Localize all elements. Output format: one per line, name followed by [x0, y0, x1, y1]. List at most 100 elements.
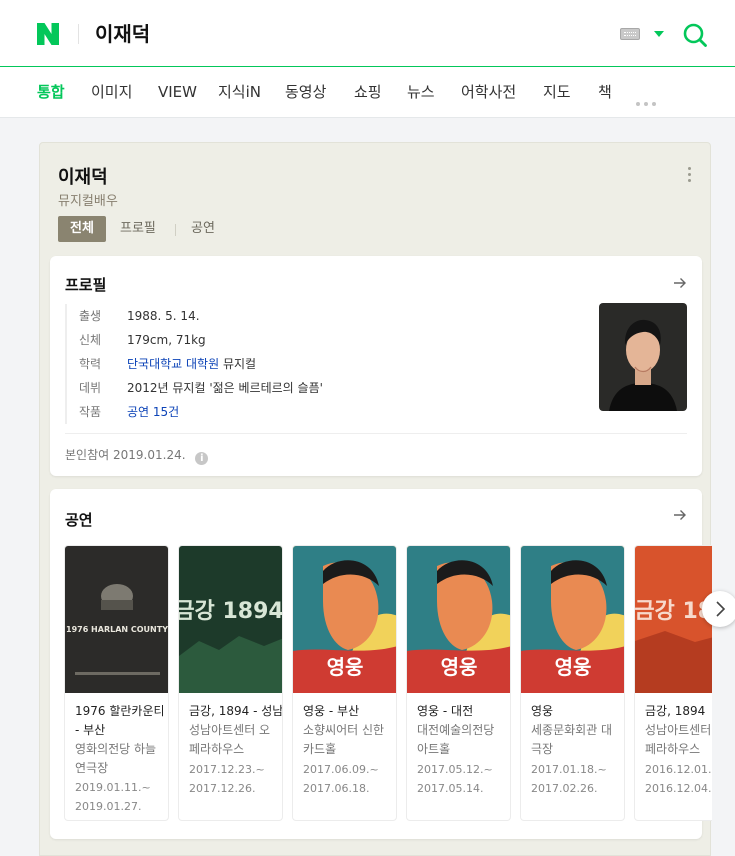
show-venue: 대전예술의전당 아트홀 [417, 723, 495, 756]
person-tab-all[interactable]: 전체 [58, 216, 106, 242]
profile-title[interactable]: 프로필 [65, 274, 106, 295]
show-start-date: 2019.01.11.~ [75, 781, 151, 794]
tab-separator [175, 224, 176, 236]
profile-rows: 출생 1988. 5. 14. 신체 179cm, 71kg 학력 단국대학교 대학원… [65, 304, 585, 424]
show-poster[interactable]: 영웅 [407, 546, 511, 693]
profile-value: 1988. 5. 14. [127, 309, 200, 323]
tab-images[interactable]: 이미지 [91, 81, 132, 103]
profile-row-debut: 데뷔 2012년 뮤지컬 '젊은 베르테르의 슬픔' [79, 376, 585, 400]
tab-news[interactable]: 뉴스 [407, 81, 435, 103]
profile-row-body: 신체 179cm, 71kg [79, 328, 585, 352]
profile-value: 2012년 뮤지컬 '젊은 베르테르의 슬픔' [127, 381, 323, 395]
show-title[interactable]: 금강, 1894 - 성남 [189, 702, 282, 721]
show-venue: 소향씨어터 신한카드홀 [303, 723, 385, 756]
show-poster[interactable]: 1976 HARLAN COUNTY [65, 546, 169, 693]
show-card[interactable]: 금강 1894 금강, 1894 - 성남 성남아트센터 오페라하우스 2017… [178, 545, 283, 821]
show-title[interactable]: 금강, 1894 [645, 702, 712, 721]
chevron-right-icon [716, 601, 726, 617]
keyboard-icon[interactable] [620, 28, 640, 40]
show-start-date: 2017.06.09.~ [303, 763, 379, 776]
tab-shopping[interactable]: 쇼핑 [354, 81, 382, 103]
profile-key: 출생 [79, 309, 102, 323]
naver-logo-icon[interactable] [36, 22, 60, 46]
show-start-date: 2017.12.23.~ [189, 763, 265, 776]
header-divider [78, 24, 79, 44]
tab-view[interactable]: VIEW [158, 81, 197, 103]
poster-title: 금강 1894 [635, 599, 712, 624]
show-card[interactable]: 1976 HARLAN COUNTY 1976 할란카운티 - 부산 영화의전당… [64, 545, 169, 821]
verified-note: 본인참여 2019.01.24. i [65, 446, 209, 465]
show-title[interactable]: 영웅 - 부산 [303, 702, 395, 721]
profile-section: 프로필 출생 1988. 5. 14. 신체 179cm, 71kg 학력 단국대학교… [50, 256, 702, 476]
show-card[interactable]: 영웅 영웅 - 부산 소향씨어터 신한카드홀 2017.06.09.~ 2017… [292, 545, 397, 821]
arrow-right-icon[interactable] [673, 277, 687, 289]
search-header: 이재덕 [0, 0, 735, 67]
show-venue: 성남아트센터 오페라하우스 [189, 723, 271, 756]
show-end-date: 2017.06.18. [303, 782, 370, 795]
works-link[interactable]: 공연 15건 [127, 405, 179, 419]
search-query[interactable]: 이재덕 [95, 20, 150, 48]
search-icon[interactable] [682, 22, 708, 48]
more-options-icon[interactable] [688, 167, 692, 183]
carousel-next-button[interactable] [702, 591, 735, 627]
profile-row-works: 작품 공연 15건 [79, 400, 585, 424]
show-poster[interactable]: 금강 1894 [635, 546, 712, 693]
profile-value: 179cm, 71kg [127, 333, 206, 347]
info-icon[interactable]: i [195, 452, 209, 465]
more-tabs-icon[interactable] [636, 91, 662, 106]
show-title[interactable]: 영웅 [531, 702, 623, 721]
verified-label: 본인참여 [65, 448, 110, 462]
poster-title: 영웅 [555, 655, 592, 679]
show-end-date: 2017.05.14. [417, 782, 484, 795]
show-end-date: 2019.01.27. [75, 800, 142, 813]
show-end-date: 2017.12.26. [189, 782, 256, 795]
show-start-date: 2017.05.12.~ [417, 763, 493, 776]
show-venue: 성남아트센터 오페라하우스 [645, 723, 712, 756]
show-card[interactable]: 영웅 영웅 세종문화회관 대극장 2017.01.18.~ 2017.02.26… [520, 545, 625, 821]
shows-carousel: 1976 HARLAN COUNTY 1976 할란카운티 - 부산 영화의전당… [64, 545, 712, 821]
show-card[interactable]: 영웅 영웅 - 대전 대전예술의전당 아트홀 2017.05.12.~ 2017… [406, 545, 511, 821]
profile-row-education: 학력 단국대학교 대학원 뮤지컬 [79, 352, 585, 376]
show-end-date: 2017.02.26. [531, 782, 598, 795]
show-title[interactable]: 1976 할란카운티 - 부산 [75, 702, 167, 740]
profile-key: 작품 [79, 405, 102, 419]
person-name: 이재덕 [58, 167, 108, 188]
shows-title[interactable]: 공연 [65, 509, 93, 530]
poster-title: 영웅 [327, 655, 364, 679]
person-tab-profile[interactable]: 프로필 [120, 221, 156, 237]
show-poster[interactable]: 영웅 [293, 546, 397, 693]
profile-row-birth: 출생 1988. 5. 14. [79, 304, 585, 328]
show-poster[interactable]: 영웅 [521, 546, 625, 693]
show-start-date: 2017.01.18.~ [531, 763, 607, 776]
profile-divider [65, 433, 687, 434]
show-title[interactable]: 영웅 - 대전 [417, 702, 509, 721]
tab-video[interactable]: 동영상 [285, 81, 326, 103]
profile-photo[interactable] [599, 303, 687, 411]
show-venue: 영화의전당 하늘연극장 [75, 742, 157, 775]
show-card[interactable]: 금강 1894 금강, 1894 성남아트센터 오페라하우스 2016.12.0… [634, 545, 712, 821]
profile-key: 신체 [79, 333, 102, 347]
education-link[interactable]: 단국대학교 대학원 [127, 357, 219, 371]
search-tabs: 통합 이미지 VIEW 지식iN 동영상 쇼핑 뉴스 어학사전 지도 책 [0, 67, 735, 118]
poster-title: 금강 1894 [179, 599, 283, 624]
arrow-right-icon[interactable] [673, 509, 687, 521]
tab-books[interactable]: 책 [598, 81, 612, 103]
shows-section: 공연 1976 HARLAN COUNTY 1976 할란카운티 - 부산 영화… [50, 489, 735, 839]
tab-kin[interactable]: 지식iN [218, 81, 261, 103]
poster-title: 영웅 [441, 655, 478, 679]
show-venue: 세종문화회관 대극장 [531, 723, 613, 756]
poster-title: 1976 HARLAN COUNTY [66, 625, 168, 634]
person-role: 뮤지컬배우 [58, 194, 118, 209]
show-start-date: 2016.12.01.~ [645, 763, 712, 776]
profile-key: 학력 [79, 357, 102, 371]
person-panel: 이재덕 뮤지컬배우 전체 프로필 공연 프로필 출생 1988. 5. 14. 신… [39, 142, 735, 856]
show-end-date: 2016.12.04. [645, 782, 712, 795]
caret-down-icon[interactable] [654, 31, 664, 37]
person-tab-shows[interactable]: 공연 [191, 221, 215, 237]
tab-dictionary[interactable]: 어학사전 [461, 81, 516, 103]
show-poster[interactable]: 금강 1894 [179, 546, 283, 693]
tab-map[interactable]: 지도 [543, 81, 571, 103]
tab-integrated[interactable]: 통합 [37, 81, 65, 103]
profile-value: 뮤지컬 [219, 357, 257, 371]
profile-key: 데뷔 [79, 381, 102, 395]
